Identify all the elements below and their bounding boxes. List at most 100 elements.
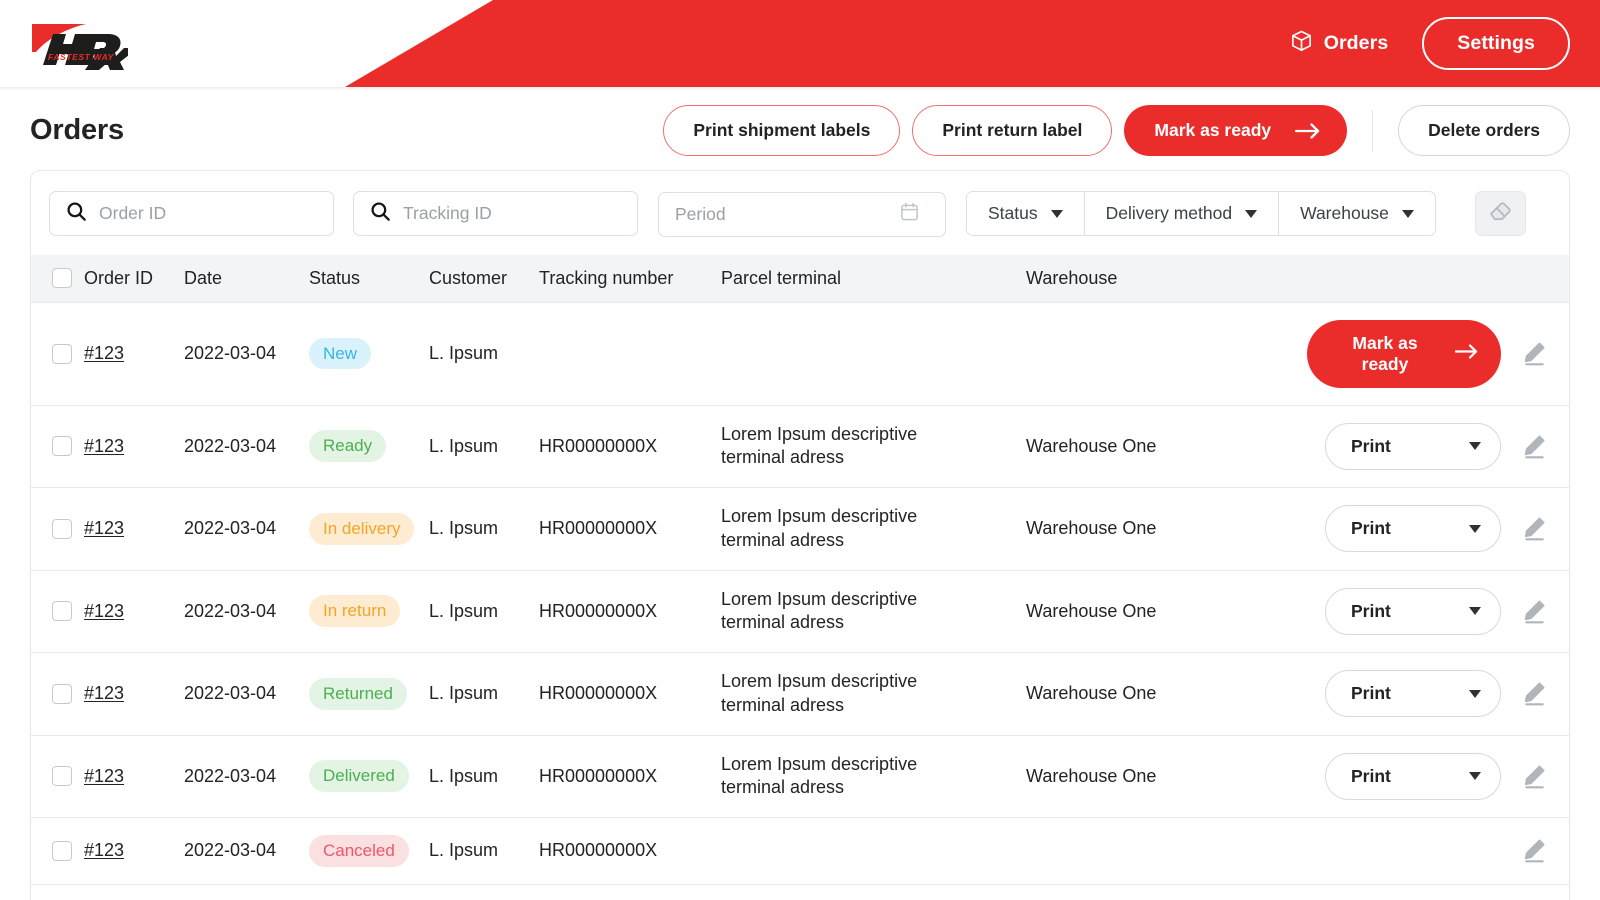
table-row: #1232022-03-04ErrorL. IpsumHR00000000X [31, 884, 1569, 900]
row-print-dropdown[interactable]: Print [1325, 753, 1501, 800]
cell-warehouse: Warehouse One [1026, 488, 1307, 571]
row-select-cell [31, 735, 84, 818]
row-print-dropdown[interactable]: Print [1325, 505, 1501, 552]
warehouse-filter-label: Warehouse [1300, 203, 1389, 224]
edit-icon[interactable] [1522, 341, 1547, 366]
clear-filters-button[interactable] [1475, 191, 1526, 236]
order-id-link[interactable]: #123 [84, 343, 124, 363]
period-input[interactable] [675, 204, 900, 225]
cell-tracking-number: HR00000000X [539, 884, 721, 900]
cell-warehouse [1026, 884, 1307, 900]
row-select-cell [31, 302, 84, 405]
order-id-search[interactable] [49, 191, 334, 236]
table-row: #1232022-03-04ReturnedL. IpsumHR00000000… [31, 653, 1569, 736]
order-id-link[interactable]: #123 [84, 436, 124, 456]
cell-status: In return [309, 570, 429, 653]
delete-orders-button[interactable]: Delete orders [1398, 105, 1570, 156]
order-id-link[interactable]: #123 [84, 840, 124, 860]
cell-tracking-number: HR00000000X [539, 405, 721, 488]
cell-customer: L. Ipsum [429, 570, 539, 653]
search-icon [370, 201, 391, 227]
row-action-group: Print [1307, 505, 1569, 552]
row-checkbox[interactable] [52, 519, 72, 539]
period-field[interactable] [658, 192, 946, 237]
print-return-label-button[interactable]: Print return label [912, 105, 1112, 156]
cell-status: Error [309, 884, 429, 900]
order-id-link[interactable]: #123 [84, 683, 124, 703]
row-print-label: Print [1351, 436, 1391, 457]
header-nav: Orders Settings [1290, 0, 1570, 87]
cell-order-id: #123 [84, 488, 184, 571]
order-id-input[interactable] [99, 203, 299, 224]
arrow-right-icon [1455, 343, 1479, 364]
cell-date: 2022-03-04 [184, 818, 309, 885]
page-toolbar: Orders Print shipment labels Print retur… [0, 91, 1600, 170]
orders-table-head: Order ID Date Status Customer Tracking n… [31, 255, 1569, 302]
orders-card: Status Delivery method Warehouse [30, 170, 1570, 900]
row-checkbox[interactable] [52, 436, 72, 456]
status-filter[interactable]: Status [967, 192, 1085, 235]
table-row: #1232022-03-04In returnL. IpsumHR0000000… [31, 570, 1569, 653]
arrow-right-icon [1295, 123, 1321, 139]
edit-icon[interactable] [1522, 434, 1547, 459]
row-mark-as-ready-button[interactable]: Mark as ready [1307, 320, 1501, 388]
edit-icon[interactable] [1522, 599, 1547, 624]
order-id-link[interactable]: #123 [84, 518, 124, 538]
cell-parcel-terminal: Lorem Ipsum descriptive terminal adress [721, 653, 1026, 736]
table-row: #1232022-03-04DeliveredL. IpsumHR0000000… [31, 735, 1569, 818]
mark-as-ready-button[interactable]: Mark as ready [1124, 105, 1347, 156]
tracking-id-input[interactable] [403, 203, 603, 224]
row-print-dropdown[interactable]: Print [1325, 670, 1501, 717]
edit-icon[interactable] [1522, 681, 1547, 706]
cell-actions: Print [1307, 488, 1569, 571]
edit-icon[interactable] [1522, 838, 1547, 863]
parcel-terminal-text: Lorem Ipsum descriptive terminal adress [721, 753, 986, 801]
print-shipment-labels-button[interactable]: Print shipment labels [663, 105, 900, 156]
cell-status: New [309, 302, 429, 405]
cell-tracking-number: HR00000000X [539, 653, 721, 736]
cell-warehouse: Warehouse One [1026, 570, 1307, 653]
select-all-cell [31, 255, 84, 302]
row-print-label: Print [1351, 683, 1391, 704]
row-select-cell [31, 488, 84, 571]
cell-tracking-number: HR00000000X [539, 570, 721, 653]
row-checkbox[interactable] [52, 684, 72, 704]
edit-icon[interactable] [1522, 516, 1547, 541]
cell-order-id: #123 [84, 570, 184, 653]
cell-customer: L. Ipsum [429, 884, 539, 900]
order-id-link[interactable]: #123 [84, 601, 124, 621]
nav-item-orders[interactable]: Orders [1290, 29, 1389, 59]
cell-customer: L. Ipsum [429, 818, 539, 885]
row-print-dropdown[interactable]: Print [1325, 423, 1501, 470]
row-print-dropdown[interactable]: Print [1325, 588, 1501, 635]
row-action-group: Print [1307, 588, 1569, 635]
cell-tracking-number: HR00000000X [539, 488, 721, 571]
row-checkbox[interactable] [52, 601, 72, 621]
box-icon [1290, 29, 1313, 59]
row-checkbox[interactable] [52, 841, 72, 861]
row-checkbox[interactable] [52, 766, 72, 786]
select-all-checkbox[interactable] [52, 268, 72, 288]
cell-tracking-number [539, 302, 721, 405]
cell-warehouse [1026, 818, 1307, 885]
cell-parcel-terminal: Lorem Ipsum descriptive terminal adress [721, 405, 1026, 488]
cell-date: 2022-03-04 [184, 302, 309, 405]
delivery-method-filter[interactable]: Delivery method [1085, 192, 1279, 235]
edit-icon[interactable] [1522, 764, 1547, 789]
order-id-link[interactable]: #123 [84, 766, 124, 786]
warehouse-filter[interactable]: Warehouse [1279, 192, 1435, 235]
settings-button[interactable]: Settings [1422, 17, 1570, 70]
table-row: #1232022-03-04CanceledL. IpsumHR00000000… [31, 818, 1569, 885]
status-badge: In return [309, 595, 400, 627]
row-checkbox[interactable] [52, 344, 72, 364]
hrx-logo[interactable]: FASTEST WAY [28, 18, 128, 70]
tracking-id-search[interactable] [353, 191, 638, 236]
delivery-method-filter-label: Delivery method [1106, 203, 1232, 224]
row-select-cell [31, 818, 84, 885]
cell-order-id: #123 [84, 884, 184, 900]
cell-warehouse: Warehouse One [1026, 735, 1307, 818]
cell-parcel-terminal: Lorem Ipsum descriptive terminal adress [721, 488, 1026, 571]
nav-orders-label: Orders [1324, 32, 1389, 55]
calendar-icon[interactable] [900, 202, 919, 227]
row-select-cell [31, 405, 84, 488]
